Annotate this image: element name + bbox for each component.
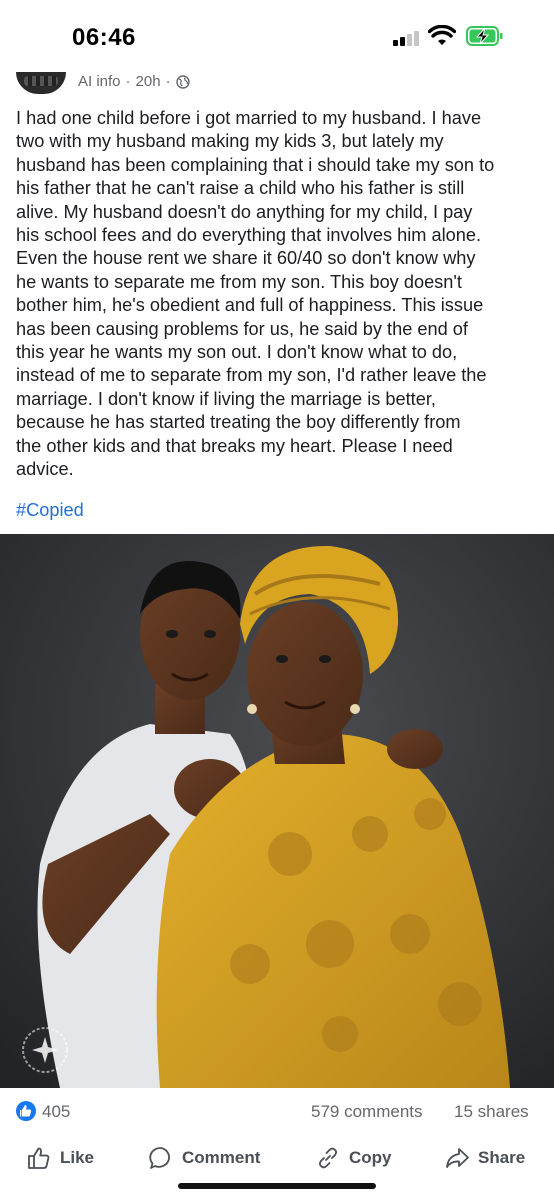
- comment-button[interactable]: Comment: [148, 1140, 260, 1176]
- post-image[interactable]: [0, 534, 554, 1088]
- like-button[interactable]: Like: [26, 1140, 94, 1176]
- like-icon[interactable]: [16, 1101, 36, 1121]
- shares-count[interactable]: 15 shares: [454, 1102, 529, 1122]
- reactions-bar: 405 579 comments 15 shares: [0, 1097, 554, 1129]
- comment-label: Comment: [182, 1148, 261, 1167]
- ai-imagined-badge-icon: [22, 1027, 68, 1073]
- cellular-signal-icon: [393, 30, 423, 46]
- copy-button[interactable]: Copy: [315, 1140, 392, 1176]
- copy-label: Copy: [349, 1148, 392, 1167]
- post-time[interactable]: 20h: [136, 73, 161, 90]
- meta-separator: ·: [165, 73, 171, 90]
- author-name[interactable]: AI info: [78, 73, 121, 90]
- wifi-icon: [428, 25, 456, 45]
- post-text: I had one child before i got married to …: [16, 108, 495, 480]
- reaction-count[interactable]: 405: [42, 1102, 70, 1122]
- like-label: Like: [60, 1148, 95, 1167]
- status-bar: 06:46: [0, 0, 554, 70]
- link-icon: [318, 1147, 338, 1169]
- author-avatar[interactable]: [16, 72, 66, 94]
- post-meta: AI info · 20h ·: [78, 73, 190, 90]
- globe-icon: [175, 74, 190, 89]
- hashtag-link[interactable]: #Copied: [16, 500, 84, 521]
- share-arrow-icon: [446, 1148, 469, 1168]
- meta-separator: ·: [125, 73, 131, 90]
- status-time: 06:46: [72, 24, 136, 51]
- share-label: Share: [478, 1148, 526, 1167]
- action-bar: Like Comment Copy Share: [0, 1140, 554, 1176]
- comment-bubble-icon: [149, 1147, 170, 1169]
- share-button[interactable]: Share: [444, 1140, 525, 1176]
- post-header: AI info · 20h ·: [0, 70, 554, 100]
- home-indicator[interactable]: [178, 1183, 376, 1189]
- comments-count[interactable]: 579 comments: [311, 1102, 423, 1122]
- battery-charging-icon: [466, 26, 503, 46]
- thumbs-up-icon: [28, 1147, 50, 1169]
